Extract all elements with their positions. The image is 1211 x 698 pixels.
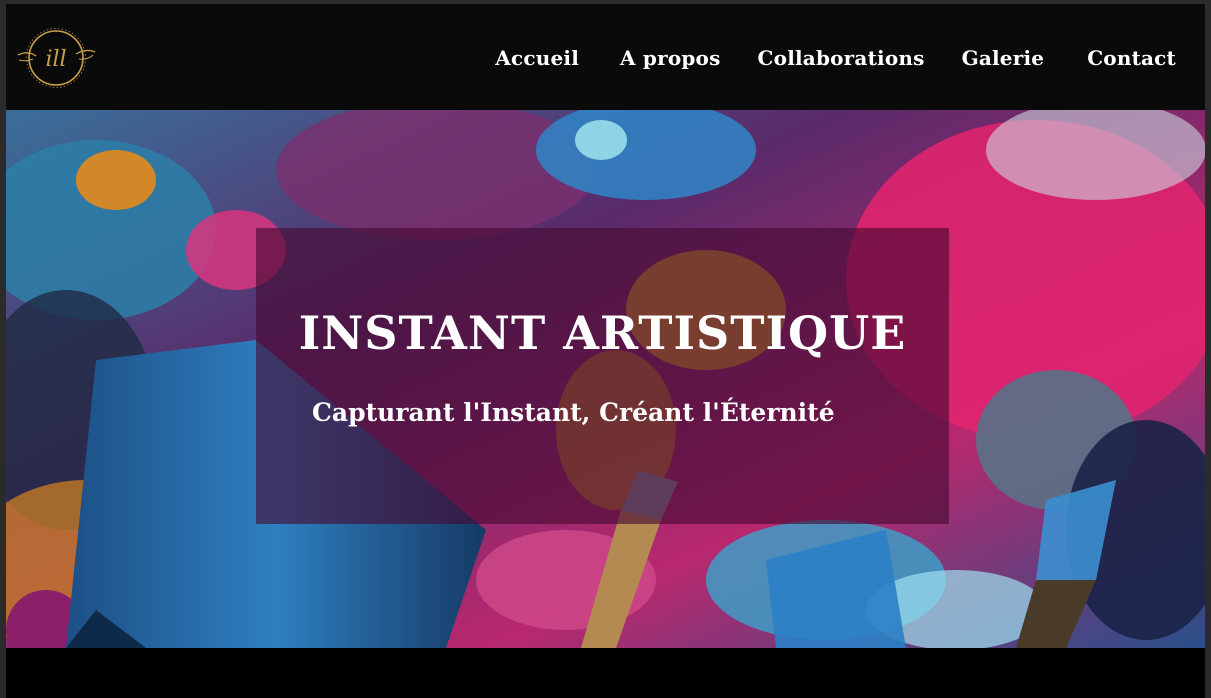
browser-frame: ill Accueil A propos Collaborations Gale…: [0, 0, 1211, 698]
nav-item-accueil[interactable]: Accueil: [495, 46, 579, 70]
hero-section: INSTANT ARTISTIQUE Capturant l'Instant, …: [6, 110, 1205, 648]
site-logo[interactable]: ill: [16, 24, 96, 92]
page-bottom-band: [6, 648, 1205, 698]
nav-item-galerie[interactable]: Galerie: [962, 46, 1045, 70]
nav-item-a-propos[interactable]: A propos: [620, 46, 721, 70]
navbar: ill Accueil A propos Collaborations Gale…: [6, 4, 1205, 110]
logo-monogram-text: ill: [45, 47, 66, 72]
page: ill Accueil A propos Collaborations Gale…: [6, 4, 1205, 698]
nav-item-contact[interactable]: Contact: [1087, 46, 1176, 70]
nav-item-collaborations[interactable]: Collaborations: [758, 46, 925, 70]
monogram-logo-icon: ill: [17, 28, 96, 88]
hero-overlay: INSTANT ARTISTIQUE Capturant l'Instant, …: [256, 228, 949, 524]
main-nav: Accueil A propos Collaborations Galerie …: [495, 40, 1205, 76]
hero-title: INSTANT ARTISTIQUE: [298, 306, 907, 360]
hero-subtitle: Capturant l'Instant, Créant l'Éternité: [312, 398, 835, 427]
